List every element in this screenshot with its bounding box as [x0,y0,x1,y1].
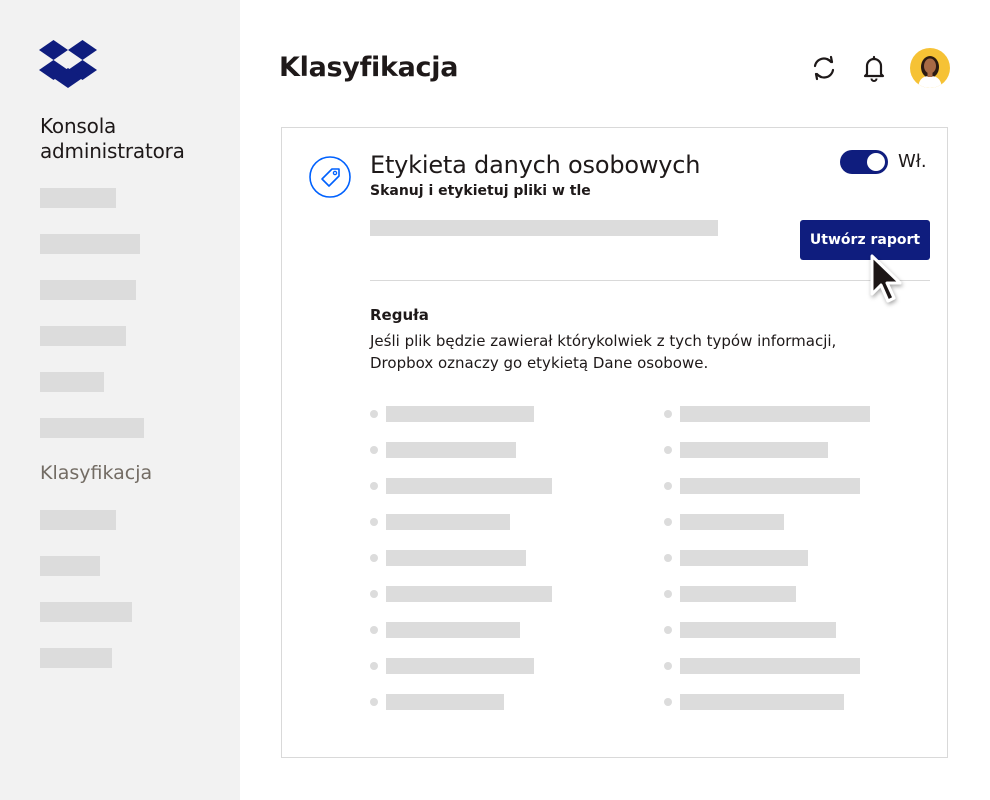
sidebar-item-placeholder[interactable] [40,602,132,622]
sidebar-item-placeholder[interactable] [40,280,136,300]
info-type-placeholder [386,586,552,602]
rule-description: Jeśli plik będzie zawierał którykolwiek … [370,330,890,374]
sidebar-item-placeholder[interactable] [40,510,116,530]
info-type-placeholder [386,478,552,494]
divider [370,280,930,281]
mouse-pointer-icon [870,254,902,303]
info-type-placeholder [680,514,784,530]
list-bullet [370,554,378,562]
list-bullet [664,662,672,670]
list-bullet [370,482,378,490]
info-type-placeholder [680,442,828,458]
list-bullet [664,698,672,706]
list-bullet [370,446,378,454]
info-type-placeholder [386,658,534,674]
sync-icon[interactable] [809,53,839,83]
list-bullet [664,590,672,598]
list-bullet [370,518,378,526]
person-icon [918,56,942,88]
list-bullet [370,590,378,598]
rule-heading: Reguła [370,306,429,324]
info-type-placeholder [680,586,796,602]
info-type-placeholder [386,442,516,458]
list-bullet [664,446,672,454]
list-bullet [664,626,672,634]
info-type-placeholder [680,694,844,710]
info-type-placeholder [680,622,836,638]
sidebar-item-placeholder[interactable] [40,556,100,576]
rule-text-line: Dropbox oznaczy go etykietą Dane osobowe… [370,354,709,372]
info-type-placeholder [386,622,520,638]
sidebar-item-placeholder[interactable] [40,188,116,208]
list-bullet [664,518,672,526]
tag-icon [309,156,351,198]
enable-toggle[interactable] [840,150,888,174]
sidebar: Konsola administratora Klasyfikacja [0,0,240,800]
info-type-placeholder [680,658,860,674]
list-bullet [664,482,672,490]
card-subtitle: Skanuj i etykietuj pliki w tle [370,183,591,199]
toggle-knob [867,153,885,171]
card-title: Etykieta danych osobowych [370,151,701,179]
list-bullet [370,662,378,670]
sidebar-item-placeholder[interactable] [40,648,112,668]
rule-text-line: Jeśli plik będzie zawierał którykolwiek … [370,332,837,350]
info-type-placeholder [386,550,526,566]
list-bullet [370,698,378,706]
list-bullet [370,410,378,418]
info-type-placeholder [386,406,534,422]
sidebar-item-classification[interactable]: Klasyfikacja [40,461,152,485]
user-avatar[interactable] [910,48,950,88]
info-type-placeholder [680,478,860,494]
info-type-placeholder [386,694,504,710]
sidebar-item-placeholder[interactable] [40,418,144,438]
sidebar-item-placeholder[interactable] [40,326,126,346]
sidebar-item-placeholder[interactable] [40,372,104,392]
list-bullet [664,554,672,562]
description-placeholder [370,220,718,236]
info-type-placeholder [386,514,510,530]
sidebar-item-placeholder[interactable] [40,234,140,254]
info-type-placeholder [680,406,870,422]
dropbox-logo-icon [39,40,97,88]
toggle-label: Wł. [898,151,927,172]
info-type-placeholder [680,550,808,566]
page-title: Klasyfikacja [279,52,459,83]
bell-icon[interactable] [859,53,889,83]
list-bullet [370,626,378,634]
list-bullet [664,410,672,418]
console-title: Konsola administratora [40,114,185,163]
